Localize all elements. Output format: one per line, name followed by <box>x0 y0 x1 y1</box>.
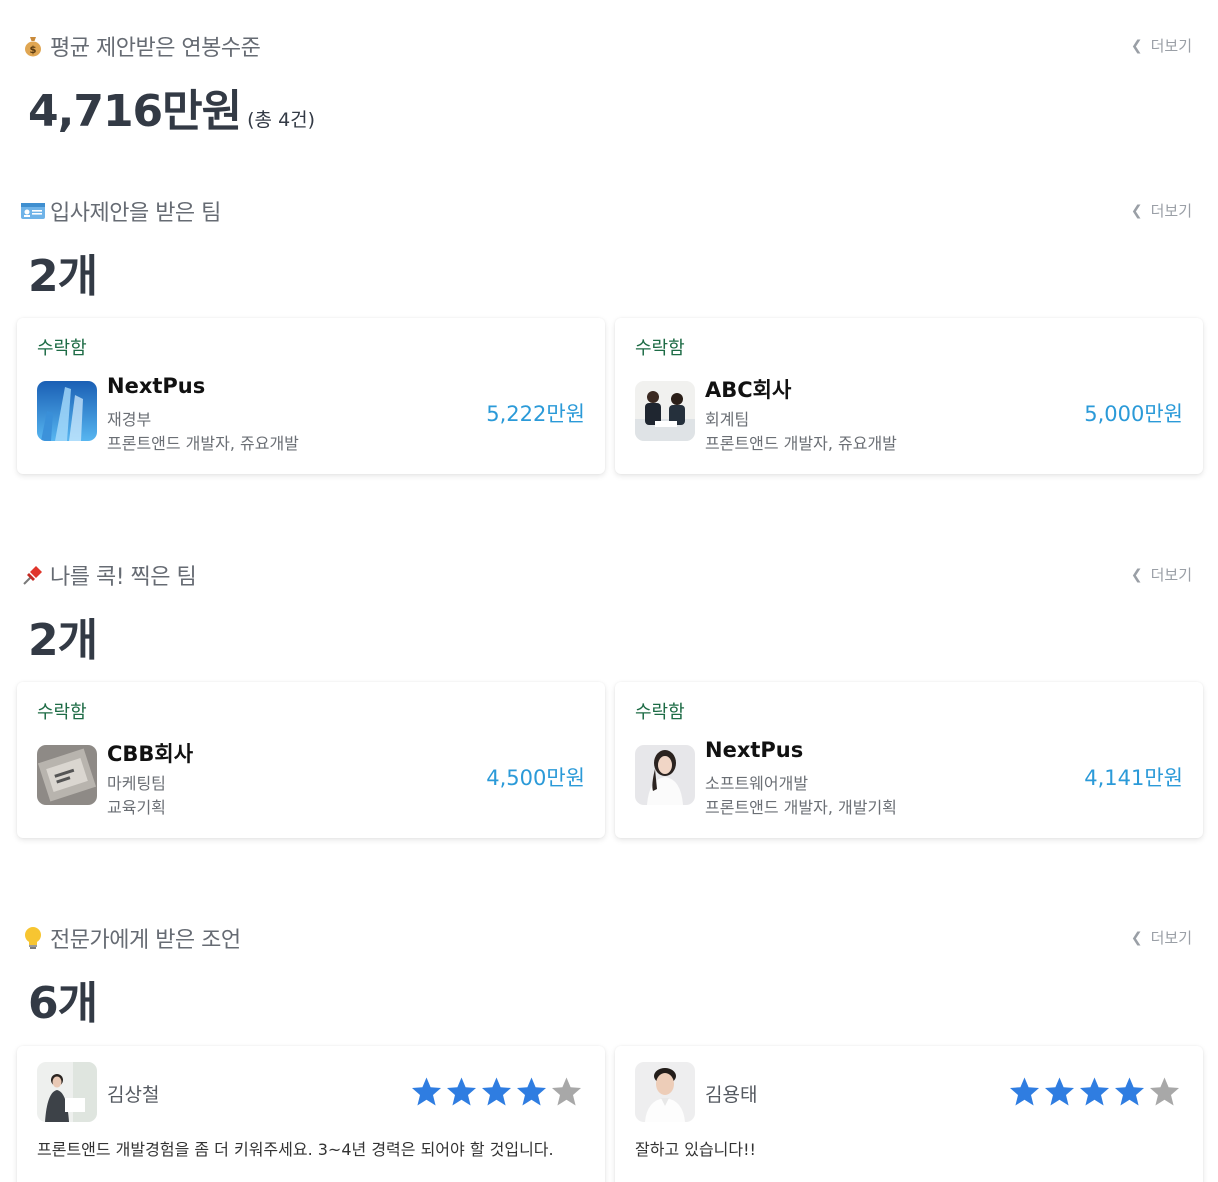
money-bag-icon: $ <box>20 33 46 59</box>
company-name: NextPus <box>705 738 804 762</box>
reviewer-name: 김용태 <box>705 1084 758 1106</box>
advice-section-header: 전문가에게 받은 조언 <box>20 923 241 953</box>
pick-card[interactable]: 수락함 CBB회사 마케팅팀 교육기획 4,500만원 <box>17 682 605 838</box>
star-filled-icon <box>517 1077 546 1106</box>
star-empty-icon <box>552 1077 581 1106</box>
company-name: NextPus <box>107 374 206 398</box>
review-card[interactable]: 김상철 프론트앤드 개발경험을 좀 더 키워주세요. 3~4년 경력은 되어야 … <box>17 1046 605 1182</box>
offered-salary: 4,141만원 <box>1084 766 1183 790</box>
salary-section-header: $ 평균 제안받은 연봉수준 <box>20 31 261 61</box>
advice-section: 전문가에게 받은 조언 ❮ 더보기 6개 김상철 프론트앤드 개발경험을 좀 더… <box>0 923 1218 1182</box>
star-empty-icon <box>1150 1077 1179 1106</box>
reviewer-avatar <box>635 1062 695 1122</box>
company-logo <box>37 745 97 805</box>
company-logo <box>635 745 695 805</box>
company-name: CBB회사 <box>107 742 194 766</box>
more-label: 더보기 <box>1150 566 1192 584</box>
chevron-left-icon: ❮ <box>1130 566 1143 583</box>
review-comment: 잘하고 있습니다!! <box>635 1140 756 1159</box>
company-logo <box>37 381 97 441</box>
star-filled-icon <box>1045 1077 1074 1106</box>
pushpin-icon <box>20 562 46 588</box>
more-label: 더보기 <box>1150 37 1192 55</box>
picked-more-link[interactable]: ❮ 더보기 <box>1131 564 1192 585</box>
pick-status: 수락함 <box>37 702 87 723</box>
pick-card[interactable]: 수락함 NextPus 소프트웨어개발 프론트앤드 개발자, 개발기획 4,14… <box>615 682 1203 838</box>
advice-section-title: 전문가에게 받은 조언 <box>50 928 241 953</box>
pick-status: 수락함 <box>635 702 685 723</box>
position-role: 프론트앤드 개발자, 쥬요개발 <box>107 434 299 453</box>
advice-count: 6개 <box>28 978 98 1029</box>
star-filled-icon <box>1010 1077 1039 1106</box>
offer-status: 수락함 <box>635 338 685 359</box>
id-card-icon <box>20 198 46 224</box>
rating-stars <box>410 1076 583 1108</box>
offers-section-title: 입사제안을 받은 팀 <box>50 201 221 226</box>
team-name: 마케팅팀 <box>107 774 166 793</box>
svg-text:$: $ <box>30 45 37 56</box>
rating-stars <box>1008 1076 1181 1108</box>
star-filled-icon <box>1080 1077 1109 1106</box>
position-role: 교육기획 <box>107 798 166 817</box>
average-salary-value: 4,716만원 (총 4건) <box>28 75 315 139</box>
offer-status: 수락함 <box>37 338 87 359</box>
reviewer-avatar <box>37 1062 97 1122</box>
position-role: 프론트앤드 개발자, 개발기획 <box>705 798 897 817</box>
offered-salary: 5,222만원 <box>486 402 585 426</box>
review-card[interactable]: 김용태 잘하고 있습니다!! <box>615 1046 1203 1182</box>
salary-count-note: (총 4건) <box>247 109 316 131</box>
more-label: 더보기 <box>1150 929 1192 947</box>
company-logo <box>635 381 695 441</box>
chevron-left-icon: ❮ <box>1130 202 1143 219</box>
picked-section-header: 나를 콕! 찍은 팀 <box>20 560 197 590</box>
salary-section-title: 평균 제안받은 연봉수준 <box>50 36 261 61</box>
chevron-left-icon: ❮ <box>1130 929 1143 946</box>
salary-more-link[interactable]: ❮ 더보기 <box>1131 35 1192 56</box>
star-filled-icon <box>412 1077 441 1106</box>
position-role: 프론트앤드 개발자, 쥬요개발 <box>705 434 897 453</box>
offered-salary: 5,000만원 <box>1084 402 1183 426</box>
offers-section-header: 입사제안을 받은 팀 <box>20 196 221 226</box>
team-name: 회계팀 <box>705 410 750 429</box>
review-comment: 프론트앤드 개발경험을 좀 더 키워주세요. 3~4년 경력은 되어야 할 것입… <box>37 1140 554 1159</box>
more-label: 더보기 <box>1150 202 1192 220</box>
salary-amount: 4,716만원 <box>28 86 242 137</box>
picked-count: 2개 <box>28 615 98 666</box>
chevron-left-icon: ❮ <box>1130 37 1143 54</box>
offer-card[interactable]: 수락함 NextPus 재경부 프론트앤드 개발자, 쥬요개발 5,222만원 <box>17 318 605 474</box>
reviewer-name: 김상철 <box>107 1084 160 1106</box>
team-name: 재경부 <box>107 410 152 429</box>
star-filled-icon <box>1115 1077 1144 1106</box>
company-name: ABC회사 <box>705 378 792 402</box>
advice-more-link[interactable]: ❮ 더보기 <box>1131 927 1192 948</box>
light-bulb-icon <box>20 925 46 951</box>
offers-more-link[interactable]: ❮ 더보기 <box>1131 200 1192 221</box>
offered-salary: 4,500만원 <box>486 766 585 790</box>
star-filled-icon <box>482 1077 511 1106</box>
offers-section: 입사제안을 받은 팀 ❮ 더보기 2개 수락함 NextPus 재경부 프론트앤… <box>0 196 1218 486</box>
star-filled-icon <box>447 1077 476 1106</box>
offer-card[interactable]: 수락함 ABC회사 회계팀 프론트앤드 개발자, 쥬요개발 5,000만원 <box>615 318 1203 474</box>
picked-section-title: 나를 콕! 찍은 팀 <box>50 565 197 590</box>
team-name: 소프트웨어개발 <box>705 774 809 793</box>
salary-section: $ 평균 제안받은 연봉수준 ❮ 더보기 4,716만원 (총 4건) <box>0 31 1218 141</box>
picked-section: 나를 콕! 찍은 팀 ❮ 더보기 2개 수락함 CBB회사 마케팅팀 교육기획 … <box>0 560 1218 850</box>
offers-count: 2개 <box>28 251 98 302</box>
